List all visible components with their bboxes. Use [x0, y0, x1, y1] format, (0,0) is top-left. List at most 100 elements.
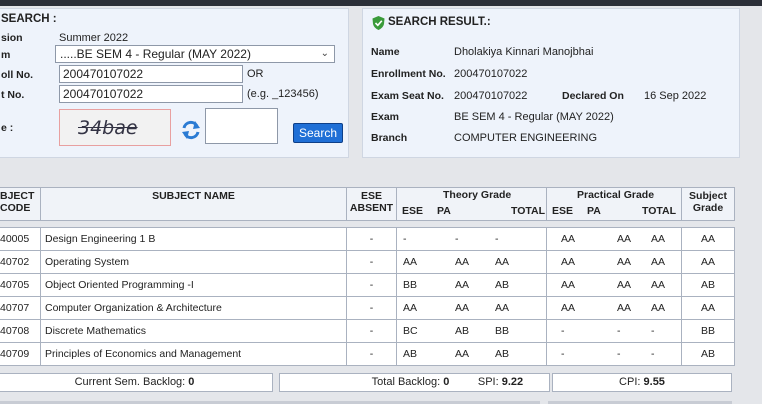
- ese-absent: -: [369, 302, 374, 314]
- enroll-label: Enrollment No.: [371, 68, 446, 80]
- theory-pa: -: [455, 233, 459, 245]
- header-theory-ese: ESE: [402, 205, 424, 217]
- grade-cell: AA: [681, 296, 735, 320]
- table-header-row: BJECT CODE SUBJECT NAME ESE ABSENT Theor…: [0, 187, 735, 221]
- header-subject-name: SUBJECT NAME: [40, 187, 347, 221]
- result-exam-label: Exam: [371, 111, 400, 123]
- practical-ese: -: [561, 348, 565, 360]
- refresh-captcha-icon[interactable]: [180, 119, 202, 141]
- theory-total: AB: [495, 279, 510, 291]
- subject-name: Computer Organization & Architecture: [45, 302, 222, 314]
- header-theory-grade: Theory Grade ESE PA TOTAL: [396, 187, 547, 221]
- practical-total: AA: [651, 256, 666, 268]
- name-label: Name: [371, 46, 400, 58]
- theory-ese: AB: [403, 348, 418, 360]
- session-label: sion: [1, 32, 23, 44]
- practical-pa: -: [617, 348, 621, 360]
- code-cell: 40709: [0, 342, 41, 366]
- name-cell: Operating System: [40, 250, 347, 274]
- header-practical-total: TOTAL: [642, 205, 677, 217]
- grade-cell: AA: [681, 250, 735, 274]
- spi-value: 9.22: [501, 376, 524, 388]
- code-cell: 40705: [0, 273, 41, 297]
- subject-code: 40705: [0, 279, 30, 291]
- practical-cell: AA AA AA: [546, 296, 682, 320]
- search-panel: SEARCH : sion Summer 2022 m .....BE SEM …: [0, 8, 349, 158]
- header-subject-code: BJECT CODE: [0, 187, 41, 221]
- theory-cell: BB AA AB: [396, 273, 547, 297]
- absent-cell: -: [346, 227, 397, 251]
- name-value: Dholakiya Kinnari Manojbhai: [454, 46, 594, 58]
- header-practical-grade: Practical Grade ESE PA TOTAL: [546, 187, 682, 221]
- absent-cell: -: [346, 296, 397, 320]
- subject-name: Principles of Economics and Management: [45, 348, 242, 360]
- result-exam-value: BE SEM 4 - Regular (MAY 2022): [454, 111, 614, 123]
- code-cell: 40707: [0, 296, 41, 320]
- practical-pa: AA: [617, 256, 632, 268]
- subject-grade: AA: [700, 256, 715, 268]
- current-backlog-label: Current Sem. Backlog:: [74, 376, 186, 388]
- table-row: 40709 Principles of Economics and Managem…: [0, 342, 735, 366]
- grade-table: BJECT CODE SUBJECT NAME ESE ABSENT Theor…: [0, 187, 735, 366]
- search-title: SEARCH :: [1, 13, 57, 25]
- chevron-down-icon: ⌄: [320, 48, 329, 59]
- current-backlog-box: Current Sem. Backlog: 0: [0, 373, 273, 392]
- current-backlog-value: 0: [188, 376, 195, 388]
- total-backlog-label: Total Backlog:: [371, 376, 441, 388]
- theory-cell: BC AB BB: [396, 319, 547, 343]
- absent-cell: -: [346, 342, 397, 366]
- exam-select[interactable]: .....BE SEM 4 - Regular (MAY 2022) ⌄: [55, 45, 335, 63]
- subject-name: Discrete Mathematics: [45, 325, 146, 337]
- practical-total: AA: [651, 302, 666, 314]
- subject-code: 40005: [0, 233, 30, 245]
- header-grade-line1: Subject: [689, 190, 727, 202]
- theory-ese: BB: [403, 279, 418, 291]
- practical-pa: AA: [617, 233, 632, 245]
- header-ese-absent: ESE ABSENT: [346, 187, 397, 221]
- name-cell: Computer Organization & Architecture: [40, 296, 347, 320]
- theory-pa: AA: [455, 302, 470, 314]
- theory-ese: BC: [403, 325, 418, 337]
- header-practical-title: Practical Grade: [577, 189, 655, 201]
- branch-label: Branch: [371, 132, 408, 144]
- spi-box: SPI: 9.22: [452, 373, 550, 392]
- practical-cell: - - -: [546, 319, 682, 343]
- table-row: 40005 Design Engineering 1 B - - - - AA AA…: [0, 227, 735, 251]
- practical-ese: AA: [561, 279, 576, 291]
- session-value: Summer 2022: [59, 32, 129, 44]
- result-title: SEARCH RESULT.:: [388, 16, 491, 28]
- captcha-input[interactable]: [205, 108, 278, 144]
- theory-ese: -: [403, 233, 407, 245]
- seatno-input[interactable]: 200470107022: [59, 85, 243, 103]
- theory-pa: AA: [455, 279, 470, 291]
- absent-cell: -: [346, 250, 397, 274]
- practical-total: AA: [651, 279, 666, 291]
- theory-ese: AA: [403, 256, 418, 268]
- ese-absent: -: [369, 256, 374, 268]
- grade-rows: 40005 Design Engineering 1 B - - - - AA AA…: [0, 227, 735, 366]
- practical-ese: -: [561, 325, 565, 337]
- code-cell: 40005: [0, 227, 41, 251]
- table-row: 40707 Computer Organization & Architectur…: [0, 296, 735, 320]
- cpi-label: CPI:: [619, 376, 641, 388]
- practical-ese: AA: [561, 302, 576, 314]
- grade-cell: AB: [681, 273, 735, 297]
- rollno-input[interactable]: 200470107022: [59, 65, 243, 83]
- subject-code: 40709: [0, 348, 30, 360]
- theory-pa: AA: [455, 256, 470, 268]
- ese-absent: -: [369, 233, 374, 245]
- seatno-hint: (e.g. _123456): [247, 88, 319, 100]
- name-cell: Principles of Economics and Management: [40, 342, 347, 366]
- table-row: 40708 Discrete Mathematics - BC AB BB - - …: [0, 319, 735, 343]
- code-cell: 40708: [0, 319, 41, 343]
- header-code-line2: CODE: [0, 202, 31, 214]
- grade-cell: AB: [681, 342, 735, 366]
- theory-cell: AB AA AB: [396, 342, 547, 366]
- search-button[interactable]: Search: [293, 123, 343, 143]
- theory-total: -: [495, 233, 499, 245]
- seat-value: 200470107022: [454, 90, 528, 102]
- theory-cell: - - -: [396, 227, 547, 251]
- theory-total: AA: [495, 302, 510, 314]
- header-ese-absent-line2: ABSENT: [349, 202, 394, 214]
- captcha-image: 34bae: [59, 109, 171, 146]
